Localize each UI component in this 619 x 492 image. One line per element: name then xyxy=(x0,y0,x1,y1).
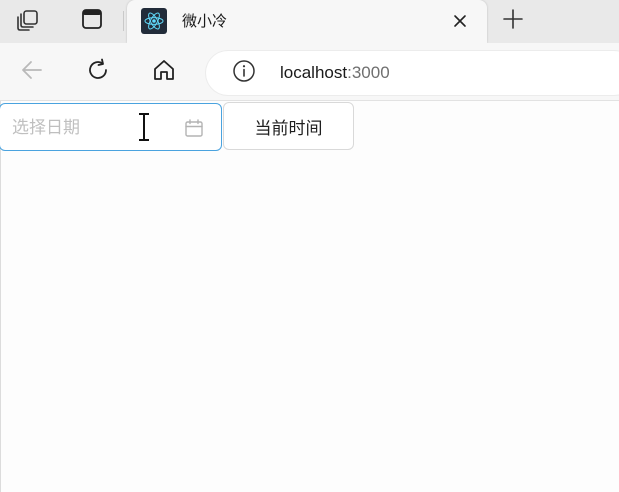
reload-button[interactable] xyxy=(81,55,115,89)
tab-strip: 微小冷 xyxy=(0,0,619,43)
tab-separator xyxy=(123,11,124,31)
page-content: 当前时间 xyxy=(0,101,619,492)
close-icon xyxy=(453,13,467,32)
browser-toolbar: localhost:3000 xyxy=(0,43,619,101)
text-cursor-icon xyxy=(139,113,149,141)
info-icon xyxy=(232,59,256,87)
back-button[interactable] xyxy=(15,55,49,89)
plus-icon xyxy=(502,8,524,34)
workspaces-icon xyxy=(15,6,41,36)
calendar-icon[interactable] xyxy=(183,117,205,139)
new-tab-button[interactable] xyxy=(493,2,533,40)
site-info-button[interactable] xyxy=(232,59,256,87)
home-button[interactable] xyxy=(147,55,181,89)
reload-icon xyxy=(85,57,111,87)
url-port: :3000 xyxy=(347,63,390,82)
tab-active[interactable]: 微小冷 xyxy=(127,0,487,43)
close-tab-button[interactable] xyxy=(449,11,471,33)
current-time-button[interactable]: 当前时间 xyxy=(223,102,354,150)
react-logo-icon xyxy=(141,8,167,34)
home-icon xyxy=(151,57,177,87)
back-arrow-icon xyxy=(19,57,45,87)
tab-title: 微小冷 xyxy=(182,12,228,30)
workspaces-button[interactable] xyxy=(0,2,56,40)
address-bar[interactable]: localhost:3000 xyxy=(206,51,619,95)
url-text[interactable]: localhost:3000 xyxy=(280,62,390,84)
date-picker[interactable] xyxy=(0,103,222,151)
vertical-tabs-icon xyxy=(80,7,104,35)
url-host: localhost xyxy=(280,63,348,82)
vertical-tabs-button[interactable] xyxy=(64,2,120,40)
